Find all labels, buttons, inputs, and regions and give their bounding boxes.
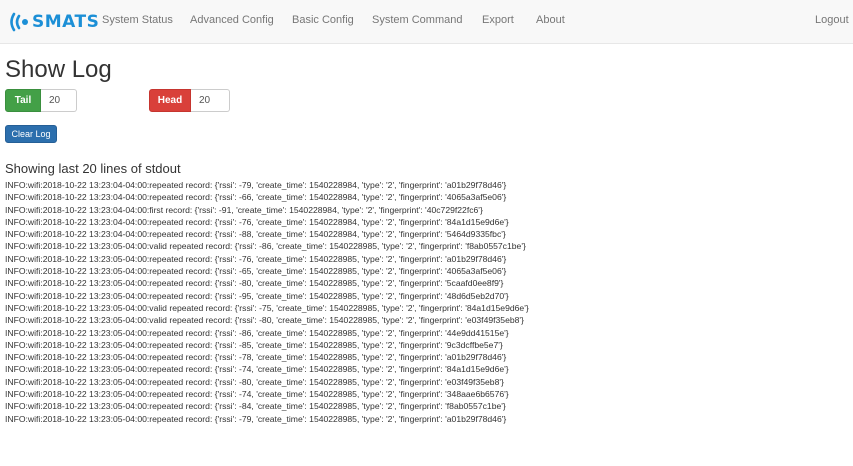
smats-wave-icon	[7, 11, 33, 33]
log-line: INFO:wifi:2018-10-22 13:23:05-04:00:repe…	[5, 327, 509, 338]
log-line: INFO:wifi:2018-10-22 13:23:04-04:00:repe…	[5, 216, 509, 227]
nav-about[interactable]: About	[536, 14, 565, 26]
clear-log-button[interactable]: Clear Log	[5, 125, 57, 143]
page-title: Show Log	[5, 56, 112, 83]
head-button[interactable]: Head	[149, 89, 191, 112]
log-line: INFO:wifi:2018-10-22 13:23:05-04:00:vali…	[5, 315, 524, 326]
nav-basic-config[interactable]: Basic Config	[292, 14, 354, 26]
nav-system-status[interactable]: System Status	[102, 14, 173, 26]
log-line: INFO:wifi:2018-10-22 13:23:04-04:00:firs…	[5, 204, 483, 215]
log-line: INFO:wifi:2018-10-22 13:23:05-04:00:repe…	[5, 266, 507, 277]
nav-advanced-config[interactable]: Advanced Config	[190, 14, 274, 26]
nav-export[interactable]: Export	[482, 14, 514, 26]
log-line: INFO:wifi:2018-10-22 13:23:05-04:00:repe…	[5, 376, 504, 387]
log-line: INFO:wifi:2018-10-22 13:23:05-04:00:repe…	[5, 389, 509, 400]
log-line: INFO:wifi:2018-10-22 13:23:05-04:00:repe…	[5, 364, 509, 375]
logout-link[interactable]: Logout	[815, 14, 849, 26]
log-line: INFO:wifi:2018-10-22 13:23:04-04:00:repe…	[5, 180, 507, 190]
log-line: INFO:wifi:2018-10-22 13:23:05-04:00:repe…	[5, 339, 503, 350]
log-line: INFO:wifi:2018-10-22 13:23:05-04:00:repe…	[5, 253, 507, 264]
log-line: INFO:wifi:2018-10-22 13:23:05-04:00:vali…	[5, 241, 526, 252]
head-lines-input[interactable]	[191, 89, 230, 112]
log-line: INFO:wifi:2018-10-22 13:23:04-04:00:repe…	[5, 229, 506, 240]
log-line: INFO:wifi:2018-10-22 13:23:05-04:00:repe…	[5, 352, 507, 363]
log-line: INFO:wifi:2018-10-22 13:23:05-04:00:repe…	[5, 290, 509, 301]
navbar: SMATS System Status Advanced Config Basi…	[0, 0, 853, 44]
log-line: INFO:wifi:2018-10-22 13:23:05-04:00:vali…	[5, 302, 529, 313]
brand-logo[interactable]: SMATS	[7, 9, 99, 35]
nav-system-command[interactable]: System Command	[372, 14, 462, 26]
log-line: INFO:wifi:2018-10-22 13:23:05-04:00:repe…	[5, 413, 507, 424]
log-line: INFO:wifi:2018-10-22 13:23:05-04:00:repe…	[5, 401, 506, 412]
log-output: INFO:wifi:2018-10-22 13:23:04-04:00:repe…	[5, 179, 851, 425]
log-heading: Showing last 20 lines of stdout	[5, 161, 181, 176]
log-line: INFO:wifi:2018-10-22 13:23:05-04:00:repe…	[5, 278, 504, 289]
tail-button[interactable]: Tail	[5, 89, 41, 112]
brand-name: SMATS	[32, 12, 100, 32]
log-line: INFO:wifi:2018-10-22 13:23:04-04:00:repe…	[5, 192, 507, 203]
tail-lines-input[interactable]	[41, 89, 77, 112]
